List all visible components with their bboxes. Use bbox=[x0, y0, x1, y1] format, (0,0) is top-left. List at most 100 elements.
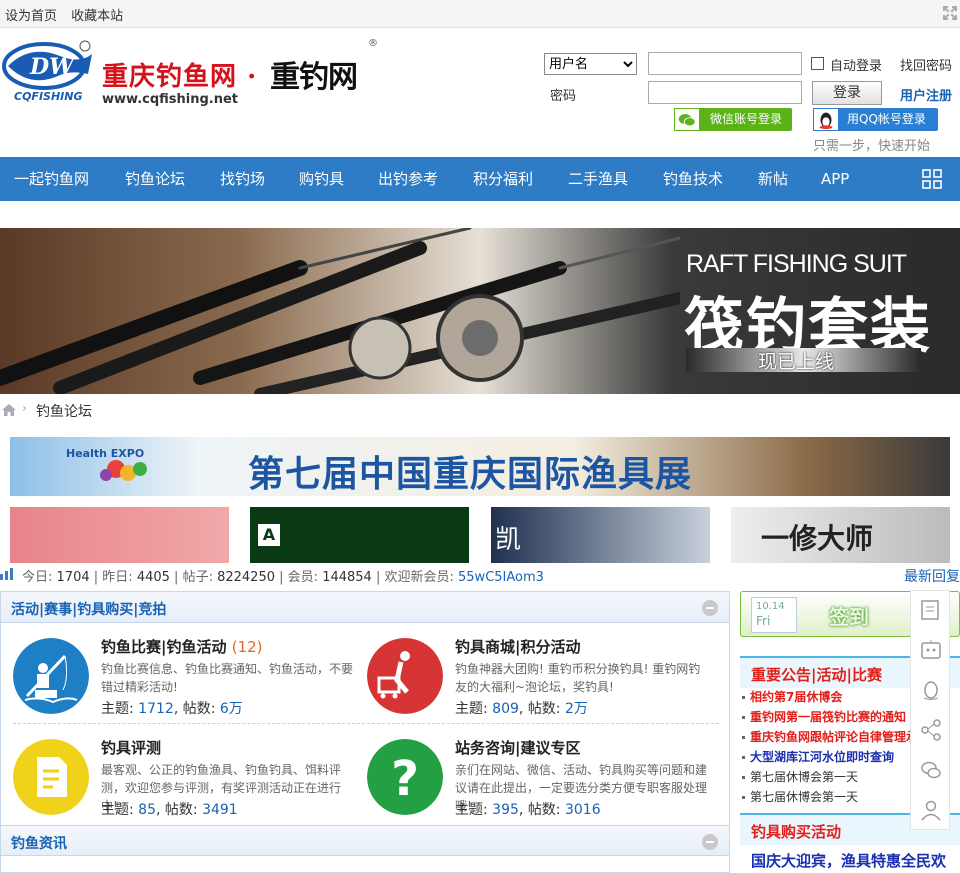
ad-slot-4[interactable]: 一修大师 bbox=[731, 507, 950, 563]
board-divider bbox=[13, 723, 719, 724]
login-form: 用户名 自动登录 找回密码 密码 登录 用户注册 微信账号登录 用QQ帐号登录 … bbox=[544, 51, 960, 157]
auto-login-checkbox[interactable] bbox=[811, 57, 824, 70]
promo-link[interactable]: 国庆大迎宾，渔具特惠全民欢 bbox=[751, 850, 946, 871]
fisherman-icon bbox=[13, 638, 89, 714]
yesterday-label: 昨日: bbox=[102, 570, 133, 585]
calendar-icon: 10.14 Fri bbox=[751, 597, 797, 633]
register-link[interactable]: 用户注册 bbox=[900, 85, 952, 104]
breadcrumb-separator: › bbox=[22, 401, 27, 415]
nav-item-app[interactable]: APP bbox=[821, 157, 849, 201]
robot-face-icon[interactable] bbox=[920, 639, 942, 661]
board-description: 钓鱼比赛信息、钓鱼比赛通知、钓鱼活动，不要错过精彩活动! bbox=[101, 662, 354, 694]
logo-url: www.cqfishing.net bbox=[102, 92, 239, 107]
login-button[interactable]: 登录 bbox=[812, 81, 882, 105]
svg-text:?: ? bbox=[391, 751, 419, 807]
password-input[interactable] bbox=[648, 81, 802, 104]
bookmark-site-link[interactable]: 收藏本站 bbox=[71, 9, 123, 24]
document-edit-icon bbox=[13, 739, 89, 815]
notice-title[interactable]: 重要公告|活动|比赛 bbox=[751, 664, 882, 685]
header: DW CQFISHING 重庆钓鱼网 · 重钓网 www.cqfishing.n… bbox=[0, 28, 960, 157]
posts-label: 帖子: bbox=[182, 570, 213, 585]
nav-item-forum[interactable]: 钓鱼论坛 bbox=[125, 157, 185, 201]
banner-english-title: RAFT FISHING SUIT bbox=[686, 250, 907, 278]
expo-banner[interactable]: Health EXPO 第七届中国重庆国际渔具展 bbox=[10, 437, 950, 496]
board-review[interactable]: 钓具评测 最客观、公正的钓鱼渔具、钓鱼钓具、饵料评测，欢迎您参与评测，有奖评测活… bbox=[1, 729, 351, 819]
main-nav: 一起钓鱼网 钓鱼论坛 找钓场 购钓具 出钓参考 积分福利 二手渔具 钓鱼技术 新… bbox=[0, 157, 960, 201]
board-description: 钓鱼神器大团购! 重钓币积分换钓具! 重钓网钓友的大福利~泡论坛，奖钓具! bbox=[455, 662, 701, 694]
floating-toolbar bbox=[910, 590, 950, 830]
fullscreen-icon[interactable] bbox=[942, 5, 958, 21]
home-icon[interactable] bbox=[2, 404, 16, 416]
ad-slot-3[interactable]: 凯 bbox=[491, 507, 710, 563]
login-type-select[interactable]: 用户名 bbox=[544, 53, 637, 75]
set-homepage-link[interactable]: 设为首页 bbox=[5, 9, 57, 24]
question-mark-icon: ? bbox=[367, 739, 443, 815]
section-title[interactable]: 钓鱼资讯 bbox=[11, 833, 67, 853]
breadcrumb-current[interactable]: 钓鱼论坛 bbox=[36, 401, 92, 421]
wechat-float-icon[interactable] bbox=[920, 759, 942, 781]
members-label: 会员: bbox=[287, 570, 319, 585]
ad-3-text: 凯 bbox=[495, 525, 522, 555]
ad-4-text: 一修大师 bbox=[761, 522, 874, 555]
fishing-rods-image bbox=[0, 228, 680, 394]
ad-slot-1[interactable] bbox=[10, 507, 229, 563]
nav-item-technique[interactable]: 钓鱼技术 bbox=[663, 157, 723, 201]
board-name[interactable]: 钓鱼比赛|钓鱼活动 (12) bbox=[101, 636, 263, 657]
username-input[interactable] bbox=[648, 52, 802, 75]
board-stats: 主题: 809, 帖数: 2万 bbox=[455, 701, 588, 717]
members-count: 144854 bbox=[322, 570, 372, 585]
ad-2-logo: A bbox=[258, 524, 280, 546]
board-support[interactable]: ? 站务咨询|建议专区 亲们在网站、微信、活动、钓具购买等问题和建议请在此提出，… bbox=[355, 729, 707, 819]
welcome-label: 欢迎新会员: bbox=[384, 570, 454, 585]
collapse-icon[interactable] bbox=[702, 834, 718, 850]
nav-item-find-spot[interactable]: 找钓场 bbox=[220, 157, 265, 201]
password-label: 密码 bbox=[550, 89, 577, 104]
wechat-login-label: 微信账号登录 bbox=[710, 112, 783, 126]
user-profile-icon[interactable] bbox=[920, 799, 942, 821]
board-stats: 主题: 85, 帖数: 3491 bbox=[101, 802, 238, 818]
registered-mark: ® bbox=[368, 38, 378, 49]
board-name[interactable]: 站务咨询|建议专区 bbox=[455, 737, 580, 758]
nav-item-yiqi[interactable]: 一起钓鱼网 bbox=[14, 157, 89, 201]
forgot-password-link[interactable]: 找回密码 bbox=[900, 55, 952, 74]
shopping-cart-icon bbox=[367, 638, 443, 714]
nav-item-buy-gear[interactable]: 购钓具 bbox=[299, 157, 344, 201]
section-title[interactable]: 活动|赛事|钓具购买|竞拍 bbox=[11, 599, 166, 619]
ad-slot-2[interactable]: A bbox=[250, 507, 469, 563]
wechat-icon bbox=[674, 108, 700, 131]
today-count: 1704 bbox=[56, 570, 90, 585]
svg-text:DW: DW bbox=[29, 54, 76, 80]
new-member-link[interactable]: 55wC5IAom3 bbox=[458, 570, 544, 585]
board-stats: 主题: 395, 帖数: 3016 bbox=[455, 802, 601, 818]
forum-stats: 今日: 1704 | 昨日: 4405 | 帖子: 8224250 | 会员: … bbox=[0, 565, 960, 585]
board-competition[interactable]: 钓鱼比赛|钓鱼活动 (12) 钓鱼比赛信息、钓鱼比赛通知、钓鱼活动，不要错过精彩… bbox=[1, 628, 353, 718]
health-expo-logo-text: Health EXPO bbox=[66, 447, 145, 460]
section-header-news: 钓鱼资讯 bbox=[1, 825, 729, 856]
edit-post-icon[interactable] bbox=[920, 599, 942, 621]
nav-item-trip-reference[interactable]: 出钓参考 bbox=[378, 157, 438, 201]
share-icon[interactable] bbox=[920, 719, 942, 741]
qq-login-button[interactable]: 用QQ帐号登录 bbox=[813, 108, 938, 131]
nav-item-new-posts[interactable]: 新帖 bbox=[758, 157, 788, 201]
collapse-icon[interactable] bbox=[702, 600, 718, 616]
board-name[interactable]: 钓具评测 bbox=[101, 737, 161, 758]
stats-line: 今日: 1704 | 昨日: 4405 | 帖子: 8224250 | 会员: … bbox=[22, 570, 544, 585]
nav-item-points[interactable]: 积分福利 bbox=[473, 157, 533, 201]
top-bar: 设为首页 收藏本站 bbox=[0, 0, 960, 28]
board-shop[interactable]: 钓具商城|积分活动 钓鱼神器大团购! 重钓币积分换钓具! 重钓网钓友的大福利~泡… bbox=[355, 628, 705, 718]
buy-activity-title[interactable]: 钓具购买活动 bbox=[751, 821, 841, 842]
section-header-activities: 活动|赛事|钓具购买|竞拍 bbox=[1, 592, 729, 623]
grid-menu-icon[interactable] bbox=[922, 169, 942, 189]
breadcrumb: › 钓鱼论坛 bbox=[0, 398, 960, 422]
board-name[interactable]: 钓具商城|积分活动 bbox=[455, 636, 580, 657]
latest-reply-link[interactable]: 最新回复 bbox=[904, 566, 960, 586]
qq-icon[interactable] bbox=[920, 679, 942, 701]
qq-penguin-icon bbox=[813, 108, 839, 131]
wechat-login-button[interactable]: 微信账号登录 bbox=[674, 108, 792, 131]
logo-brand-text: CQFISHING bbox=[14, 90, 83, 103]
forum-panel: 活动|赛事|钓具购买|竞拍 钓鱼比赛|钓鱼活动 (12) 钓鱼比赛信息、钓鱼比赛… bbox=[0, 591, 730, 873]
yesterday-count: 4405 bbox=[136, 570, 170, 585]
site-logo[interactable]: DW CQFISHING 重庆钓鱼网 · 重钓网 www.cqfishing.n… bbox=[0, 38, 400, 113]
nav-item-second-hand[interactable]: 二手渔具 bbox=[568, 157, 628, 201]
promo-banner[interactable]: RAFT FISHING SUIT 筏钓套装 现已上线 bbox=[0, 228, 960, 394]
